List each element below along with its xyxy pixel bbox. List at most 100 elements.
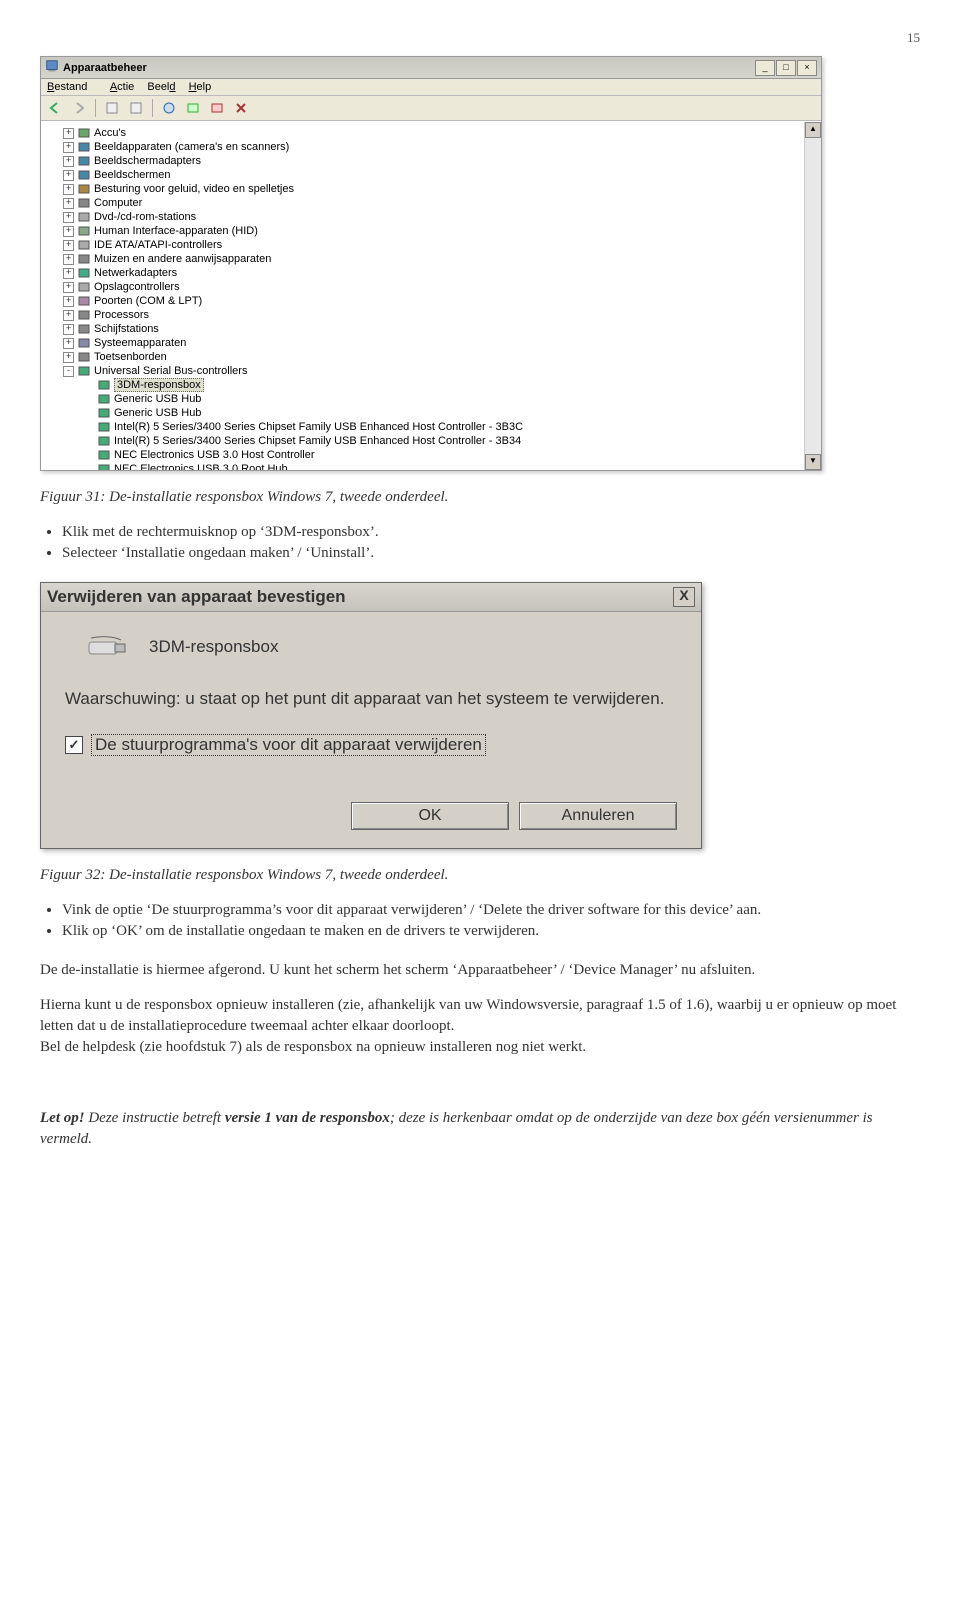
- toolbar-icon[interactable]: [183, 98, 203, 118]
- tree-item-label: Processors: [94, 309, 149, 321]
- tree-item[interactable]: -Universal Serial Bus-controllers: [43, 364, 819, 378]
- expand-toggle[interactable]: +: [63, 226, 74, 237]
- list-item: Klik met de rechtermuisknop op ‘3DM-resp…: [62, 524, 920, 541]
- expand-toggle[interactable]: -: [63, 366, 74, 377]
- menu-beeld[interactable]: Beeld: [147, 81, 175, 93]
- usb-icon: [97, 462, 111, 470]
- dialog-titlebar[interactable]: Verwijderen van apparaat bevestigen X: [41, 583, 701, 612]
- expand-toggle[interactable]: +: [63, 282, 74, 293]
- tree-item[interactable]: +Computer: [43, 196, 819, 210]
- tree-item[interactable]: + Accu's: [43, 126, 819, 140]
- expand-toggle[interactable]: +: [63, 212, 74, 223]
- usb-icon: [97, 378, 111, 392]
- usb-icon: [97, 448, 111, 462]
- toolbar-separator: [95, 99, 96, 117]
- expand-toggle[interactable]: +: [63, 170, 74, 181]
- port-icon: [77, 294, 91, 308]
- list-item: Vink de optie ‘De stuurprogramma’s voor …: [62, 902, 920, 919]
- expand-toggle[interactable]: +: [63, 142, 74, 153]
- tree-item[interactable]: NEC Electronics USB 3.0 Host Controller: [43, 448, 819, 462]
- delete-driver-checkbox[interactable]: ✓: [65, 736, 83, 754]
- expand-toggle[interactable]: +: [63, 296, 74, 307]
- toolbar-icon[interactable]: [231, 98, 251, 118]
- menu-bestand[interactable]: Bestand: [47, 81, 97, 93]
- tree-item[interactable]: + Poorten (COM & LPT): [43, 294, 819, 308]
- expand-toggle[interactable]: +: [63, 254, 74, 265]
- tree-item[interactable]: +Opslagcontrollers: [43, 280, 819, 294]
- tree-item[interactable]: Intel(R) 5 Series/3400 Series Chipset Fa…: [43, 420, 819, 434]
- dialog-device-name: 3DM-responsbox: [149, 637, 278, 657]
- menu-actie[interactable]: Actie: [110, 81, 134, 93]
- scrollbar[interactable]: ▲ ▼: [804, 122, 821, 470]
- tree-item[interactable]: + Muizen en andere aanwijsapparaten: [43, 252, 819, 266]
- tree-item[interactable]: +Schijfstations: [43, 322, 819, 336]
- expand-toggle[interactable]: +: [63, 310, 74, 321]
- disc-icon: [77, 210, 91, 224]
- tree-item[interactable]: + Processors: [43, 308, 819, 322]
- tree-item[interactable]: +Beeldapparaten (camera's en scanners): [43, 140, 819, 154]
- tree-item-label: Poorten (COM & LPT): [94, 295, 202, 307]
- expand-toggle[interactable]: +: [63, 338, 74, 349]
- expand-toggle[interactable]: +: [63, 324, 74, 335]
- toolbar-icon[interactable]: [102, 98, 122, 118]
- tree-item-selected[interactable]: 3DM-responsbox: [43, 378, 819, 392]
- monitor-icon: [77, 168, 91, 182]
- tree-item[interactable]: +Beeldschermen: [43, 168, 819, 182]
- expand-toggle[interactable]: +: [63, 268, 74, 279]
- scroll-down-button[interactable]: ▼: [805, 454, 821, 470]
- storage-icon: [77, 280, 91, 294]
- expand-toggle[interactable]: +: [63, 352, 74, 363]
- tree-item[interactable]: + Toetsenborden: [43, 350, 819, 364]
- minimize-button[interactable]: _: [755, 60, 775, 76]
- tree-item[interactable]: Generic USB Hub: [43, 406, 819, 420]
- usb-icon: [97, 392, 111, 406]
- list-item: Klik op ‘OK’ om de installatie ongedaan …: [62, 923, 920, 940]
- tree-item[interactable]: +Beeldschermadapters: [43, 154, 819, 168]
- display-icon: [77, 154, 91, 168]
- tree-item-label: Muizen en andere aanwijsapparaten: [94, 253, 271, 265]
- ok-button[interactable]: OK: [351, 802, 509, 830]
- mouse-icon: [77, 252, 91, 266]
- close-button[interactable]: ×: [797, 60, 817, 76]
- device-manager-icon: [45, 59, 59, 76]
- dialog-close-button[interactable]: X: [673, 587, 695, 607]
- toolbar-icon[interactable]: [126, 98, 146, 118]
- expand-toggle[interactable]: +: [63, 240, 74, 251]
- expand-toggle[interactable]: +: [63, 156, 74, 167]
- computer-icon: [77, 196, 91, 210]
- tree-item-label: Accu's: [94, 127, 126, 139]
- usb-icon: [77, 364, 91, 378]
- tree-item[interactable]: +Netwerkadapters: [43, 266, 819, 280]
- expand-toggle[interactable]: +: [63, 128, 74, 139]
- net-icon: [77, 266, 91, 280]
- tree-item[interactable]: +Dvd-/cd-rom-stations: [43, 210, 819, 224]
- maximize-button[interactable]: □: [776, 60, 796, 76]
- tree-item[interactable]: Generic USB Hub: [43, 392, 819, 406]
- figure-caption: Figuur 31: De-installatie responsbox Win…: [40, 489, 920, 506]
- cancel-button[interactable]: Annuleren: [519, 802, 677, 830]
- tree-item[interactable]: +Besturing voor geluid, video en spellet…: [43, 182, 819, 196]
- device-manager-window: Apparaatbeheer _ □ × Bestand Actie Beeld…: [40, 56, 822, 471]
- forward-button[interactable]: [69, 98, 89, 118]
- tree-item-label: 3DM-responsbox: [114, 378, 204, 392]
- dialog-warning-text: Waarschuwing: u staat op het punt dit ap…: [65, 688, 677, 710]
- tree-item[interactable]: +Systeemapparaten: [43, 336, 819, 350]
- window-titlebar[interactable]: Apparaatbeheer _ □ ×: [41, 57, 821, 79]
- tree-item[interactable]: +IDE ATA/ATAPI-controllers: [43, 238, 819, 252]
- expand-toggle[interactable]: +: [63, 184, 74, 195]
- tree-item[interactable]: Intel(R) 5 Series/3400 Series Chipset Fa…: [43, 434, 819, 448]
- tree-item-label: Toetsenborden: [94, 351, 167, 363]
- scroll-up-button[interactable]: ▲: [805, 122, 821, 138]
- tree-item-label: Intel(R) 5 Series/3400 Series Chipset Fa…: [114, 435, 521, 447]
- tree-item[interactable]: NEC Electronics USB 3.0 Root Hub: [43, 462, 819, 470]
- figure-caption: Figuur 32: De-installatie responsbox Win…: [40, 867, 920, 884]
- tree-item-label: Intel(R) 5 Series/3400 Series Chipset Fa…: [114, 421, 523, 433]
- device-tree[interactable]: ▲ ▼ + Accu's+Beeldapparaten (camera's en …: [41, 121, 821, 470]
- instruction-list: Klik met de rechtermuisknop op ‘3DM-resp…: [62, 524, 920, 562]
- toolbar-icon[interactable]: [159, 98, 179, 118]
- menu-help[interactable]: Help: [189, 81, 212, 93]
- expand-toggle[interactable]: +: [63, 198, 74, 209]
- back-button[interactable]: [45, 98, 65, 118]
- toolbar-icon[interactable]: [207, 98, 227, 118]
- tree-item[interactable]: +Human Interface-apparaten (HID): [43, 224, 819, 238]
